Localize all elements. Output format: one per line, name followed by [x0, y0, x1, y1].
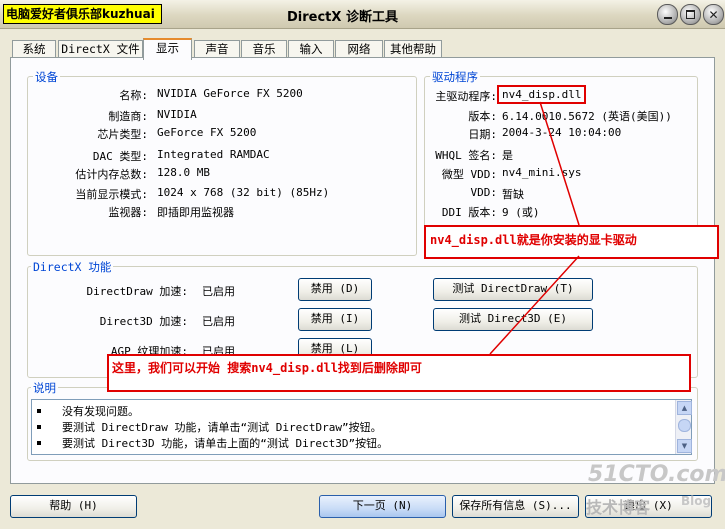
watermark-blog-cn: 技术博客: [586, 498, 651, 517]
directx-connector-line: [489, 255, 580, 355]
annotation-connectors: [489, 101, 580, 355]
watermark-site: 51CTO.com: [588, 462, 725, 487]
watermark-blog-en: Blog: [681, 494, 712, 508]
driver-connector-line: [539, 101, 580, 226]
